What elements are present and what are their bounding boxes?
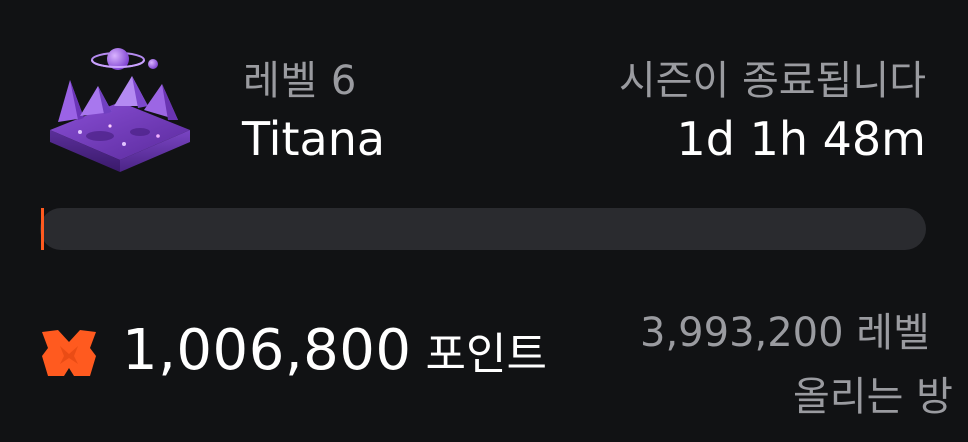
points-balance: 1,006,800 포인트	[122, 318, 547, 383]
level-label: 레벨 6	[243, 58, 357, 104]
planet-island-icon	[40, 40, 200, 180]
level-progress-bar	[40, 208, 926, 250]
season-countdown: 1d 1h 48m	[676, 112, 926, 166]
level-progress-marker	[41, 208, 44, 250]
level-progress-card: 레벨 6 Titana 시즌이 종료됩니다 1d 1h 48m 1,006,80…	[0, 0, 968, 442]
world-name: Titana	[242, 112, 386, 166]
points-unit: 포인트	[425, 329, 547, 380]
points-value: 1,006,800	[122, 318, 412, 383]
next-level-caption: 올리는 방	[793, 374, 953, 420]
season-end-label: 시즌이 종료됩니다	[618, 58, 926, 104]
next-level-points-needed: 3,993,200 레벨	[640, 310, 930, 356]
points-x-icon	[40, 328, 98, 380]
